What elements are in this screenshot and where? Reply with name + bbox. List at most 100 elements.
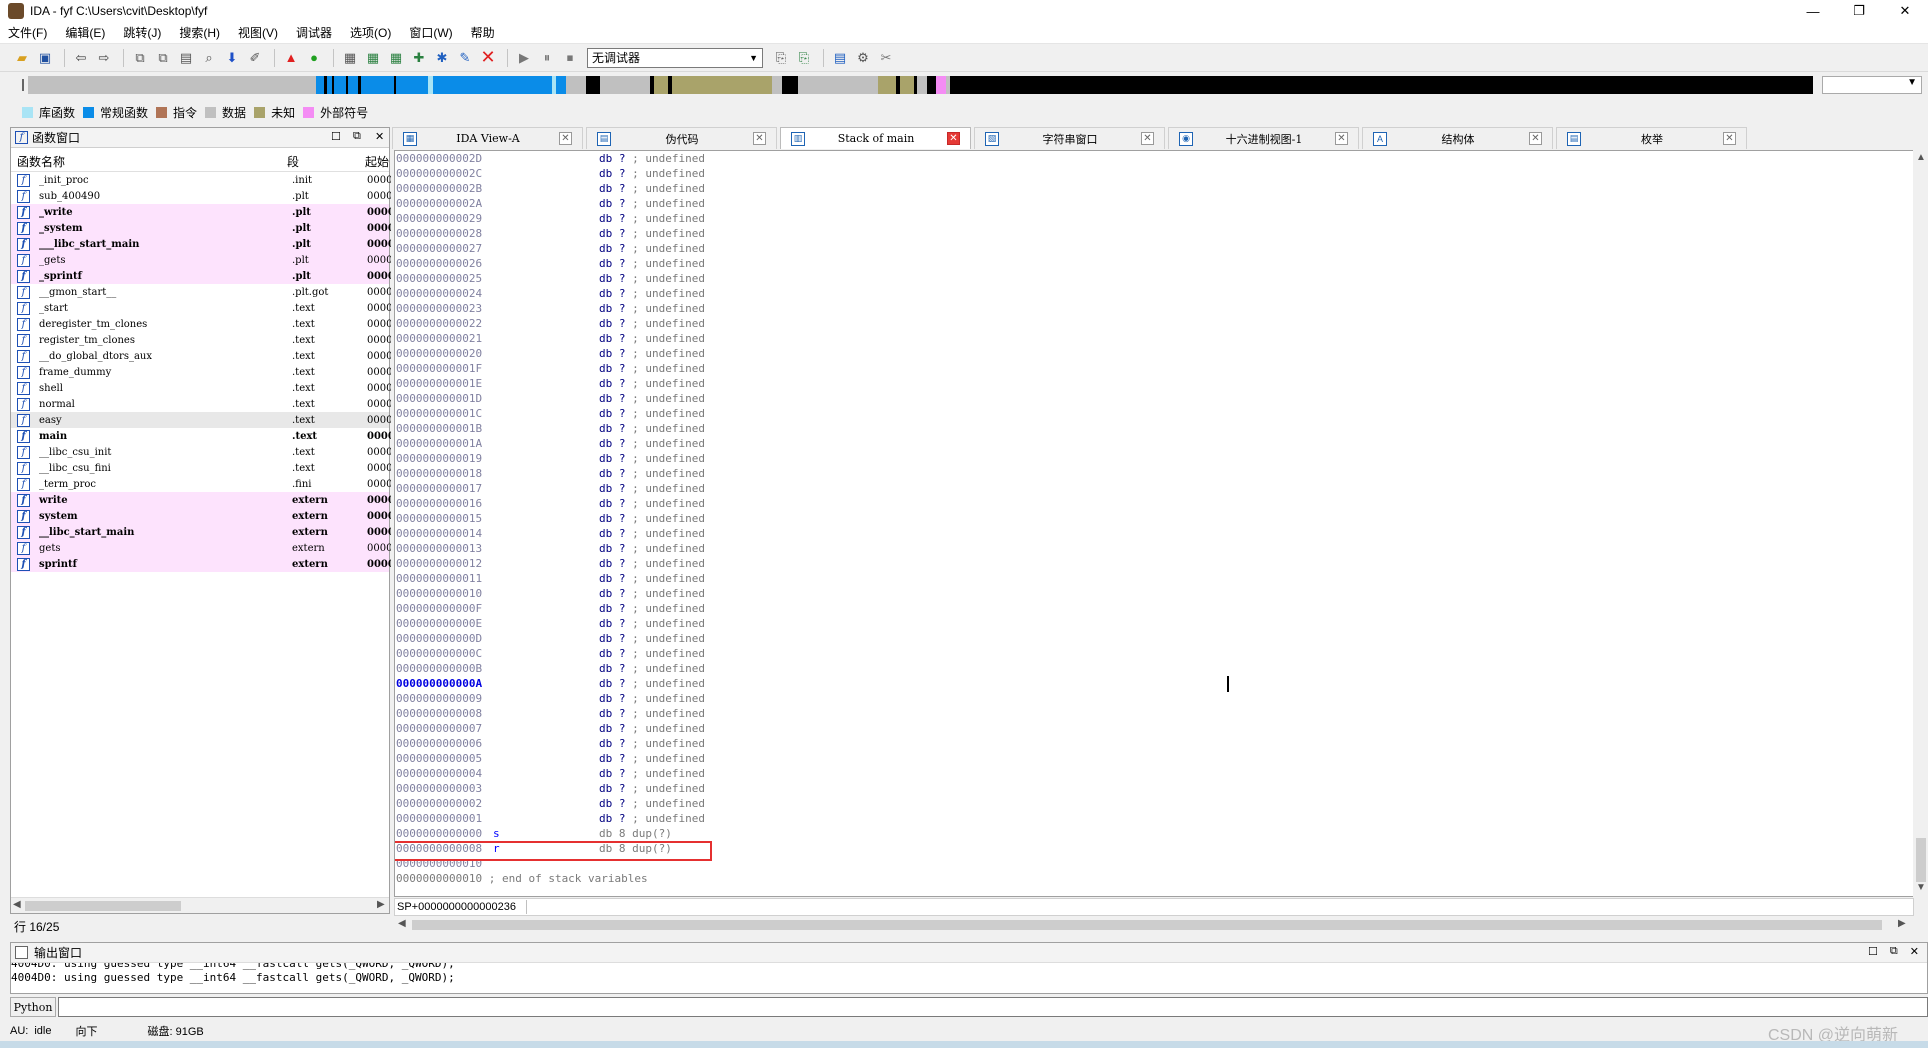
close-icon[interactable]: ✕ <box>753 132 766 145</box>
function-row[interactable]: f _sprintf .plt 0000 <box>11 268 391 284</box>
jump-down-icon[interactable]: ⬇ <box>222 48 242 68</box>
function-row[interactable]: f __libc_csu_init .text 0000 <box>11 444 391 460</box>
menu-debugger[interactable]: 调试器 <box>296 24 332 41</box>
trace-icon[interactable]: ⚙ <box>853 48 873 68</box>
function-row[interactable]: f normal .text 0000 <box>11 396 391 412</box>
column-start[interactable]: 起始 <box>365 153 389 170</box>
scroll-thumb[interactable] <box>25 901 181 911</box>
delete-icon[interactable]: ✕ <box>478 47 498 68</box>
plugin-icon[interactable]: ✚ <box>409 48 429 68</box>
function-row[interactable]: f deregister_tm_clones .text 0000 <box>11 316 391 332</box>
menu-windows[interactable]: 窗口(W) <box>409 24 452 41</box>
maximize-pane-button[interactable]: ☐ <box>1868 945 1878 958</box>
menu-options[interactable]: 选项(O) <box>350 24 391 41</box>
save-icon[interactable]: ▣ <box>35 48 55 68</box>
binary-icon[interactable]: ▤ <box>176 48 196 68</box>
function-row[interactable]: f _write .plt 0000 <box>11 204 391 220</box>
tab-hex[interactable]: ◉ 十六进制视图-1 ✕ <box>1168 127 1359 149</box>
function-row[interactable]: f _gets .plt 0000 <box>11 252 391 268</box>
function-row[interactable]: fwrite extern 0000 <box>11 492 391 508</box>
tab-graph[interactable]: ▦ IDA View-A ✕ <box>392 127 583 149</box>
struct-add-icon[interactable]: ▦ <box>363 48 383 68</box>
function-row[interactable]: f sub_400490 .plt 0000 <box>11 188 391 204</box>
stack-vscrollbar[interactable]: ▲ ▼ <box>1913 150 1928 897</box>
function-row[interactable]: f gets extern 0000 <box>11 540 391 556</box>
maximize-pane-button[interactable]: ☐ <box>331 130 341 143</box>
close-pane-button[interactable]: ✕ <box>1910 945 1919 958</box>
scroll-right-icon[interactable]: ▶ <box>1898 918 1906 929</box>
forward-arrow-icon[interactable]: ⇨ <box>94 48 114 68</box>
function-row[interactable]: f _start .text 0000 <box>11 300 391 316</box>
function-row[interactable]: f sprintf extern 0000 <box>11 556 391 572</box>
menu-file[interactable]: 文件(F) <box>8 24 47 41</box>
function-row[interactable]: f _term_proc .fini 0000 <box>11 476 391 492</box>
python-button[interactable]: Python <box>10 997 56 1017</box>
menu-jump[interactable]: 跳转(J) <box>123 24 161 41</box>
green-circle-icon[interactable]: ● <box>304 48 324 68</box>
back-arrow-icon[interactable]: ⇦ <box>71 48 91 68</box>
function-row[interactable]: f shell .text 0000 <box>11 380 391 396</box>
open-file-icon[interactable]: ▰ <box>12 48 32 68</box>
close-icon[interactable]: ✕ <box>1529 132 1542 145</box>
function-row[interactable]: f __libc_start_main extern 0000 <box>11 524 391 540</box>
graph-warning-icon[interactable]: ▲ <box>281 48 301 68</box>
debugger-select[interactable]: 无调试器 ▼ <box>587 47 763 68</box>
close-icon[interactable]: ✕ <box>1141 132 1154 145</box>
restore-button[interactable]: ❐ <box>1836 0 1882 22</box>
close-icon[interactable]: ✕ <box>947 132 960 145</box>
tab-pseudocode[interactable]: ▤ 伪代码 ✕ <box>586 127 777 149</box>
command-input[interactable] <box>58 997 1928 1017</box>
close-button[interactable]: ✕ <box>1882 0 1928 22</box>
attach-icon[interactable]: ⎘ <box>771 48 791 68</box>
menu-edit[interactable]: 编辑(E) <box>65 24 105 41</box>
menu-search[interactable]: 搜索(H) <box>179 24 220 41</box>
scroll-right-icon[interactable]: ▶ <box>377 899 385 910</box>
functions-hscrollbar[interactable]: ◀ ▶ <box>11 897 389 913</box>
float-pane-button[interactable]: ⧉ <box>1890 945 1898 958</box>
close-icon[interactable]: ✕ <box>1335 132 1348 145</box>
edit-icon[interactable]: ✎ <box>455 48 475 68</box>
function-row[interactable]: f __libc_csu_fini .text 0000 <box>11 460 391 476</box>
scroll-up-icon[interactable]: ▲ <box>1916 152 1926 163</box>
function-row[interactable]: f easy .text 0000 <box>11 412 391 428</box>
function-icon[interactable]: ▦ <box>340 48 360 68</box>
search-binary-icon[interactable]: ⌕ <box>199 48 219 68</box>
pause-icon[interactable]: ⏸ <box>537 48 557 68</box>
scroll-thumb[interactable] <box>1916 838 1926 882</box>
paste-icon[interactable]: ⧉ <box>153 48 173 68</box>
column-name[interactable]: 函数名称 <box>17 153 65 170</box>
close-icon[interactable]: ✕ <box>559 132 572 145</box>
tab-strings[interactable]: ▧ 字符串窗口 ✕ <box>974 127 1165 149</box>
function-row[interactable]: f register_tm_clones .text 0000 <box>11 332 391 348</box>
stack-hscrollbar[interactable]: ◀ ▶ <box>394 917 1914 933</box>
tab-stack[interactable]: ▥ Stack of main ✕ <box>780 127 971 149</box>
function-row[interactable]: f __do_global_dtors_aux .text 0000 <box>11 348 391 364</box>
navigation-band[interactable]: ▼ <box>0 73 1928 97</box>
close-pane-button[interactable]: ✕ <box>375 130 384 143</box>
navigation-strip[interactable] <box>28 76 1813 94</box>
tracing-off-icon[interactable]: ✂ <box>876 48 896 68</box>
process-icon[interactable]: ⎘ <box>794 48 814 68</box>
column-segment[interactable]: 段 <box>287 153 299 170</box>
tab-struct[interactable]: A 结构体 ✕ <box>1362 127 1553 149</box>
function-row[interactable]: f _system .plt 0000 <box>11 220 391 236</box>
nav-dropdown[interactable]: ▼ <box>1822 76 1922 94</box>
menu-view[interactable]: 视图(V) <box>238 24 278 41</box>
scroll-left-icon[interactable]: ◀ <box>13 899 21 910</box>
copy-icon[interactable]: ⧉ <box>130 48 150 68</box>
scroll-left-icon[interactable]: ◀ <box>398 918 406 929</box>
tab-enum[interactable]: ▤ 枚举 ✕ <box>1556 127 1747 149</box>
function-row[interactable]: f _init_proc .init 0000 <box>11 172 391 188</box>
breakpoints-icon[interactable]: ▤ <box>830 48 850 68</box>
run-icon[interactable]: ▶ <box>514 48 534 68</box>
settings-icon[interactable]: ✱ <box>432 48 452 68</box>
scroll-down-icon[interactable]: ▼ <box>1916 882 1926 893</box>
stop-icon[interactable]: ⏹ <box>560 48 580 68</box>
function-row[interactable]: f frame_dummy .text 0000 <box>11 364 391 380</box>
function-row[interactable]: f __gmon_start__ .plt.got 0000 <box>11 284 391 300</box>
xref-icon[interactable]: ✐ <box>245 48 265 68</box>
scroll-thumb[interactable] <box>412 920 1882 930</box>
close-icon[interactable]: ✕ <box>1723 132 1736 145</box>
function-row[interactable]: f ___libc_start_main .plt 0000 <box>11 236 391 252</box>
minimize-button[interactable]: — <box>1790 0 1836 22</box>
